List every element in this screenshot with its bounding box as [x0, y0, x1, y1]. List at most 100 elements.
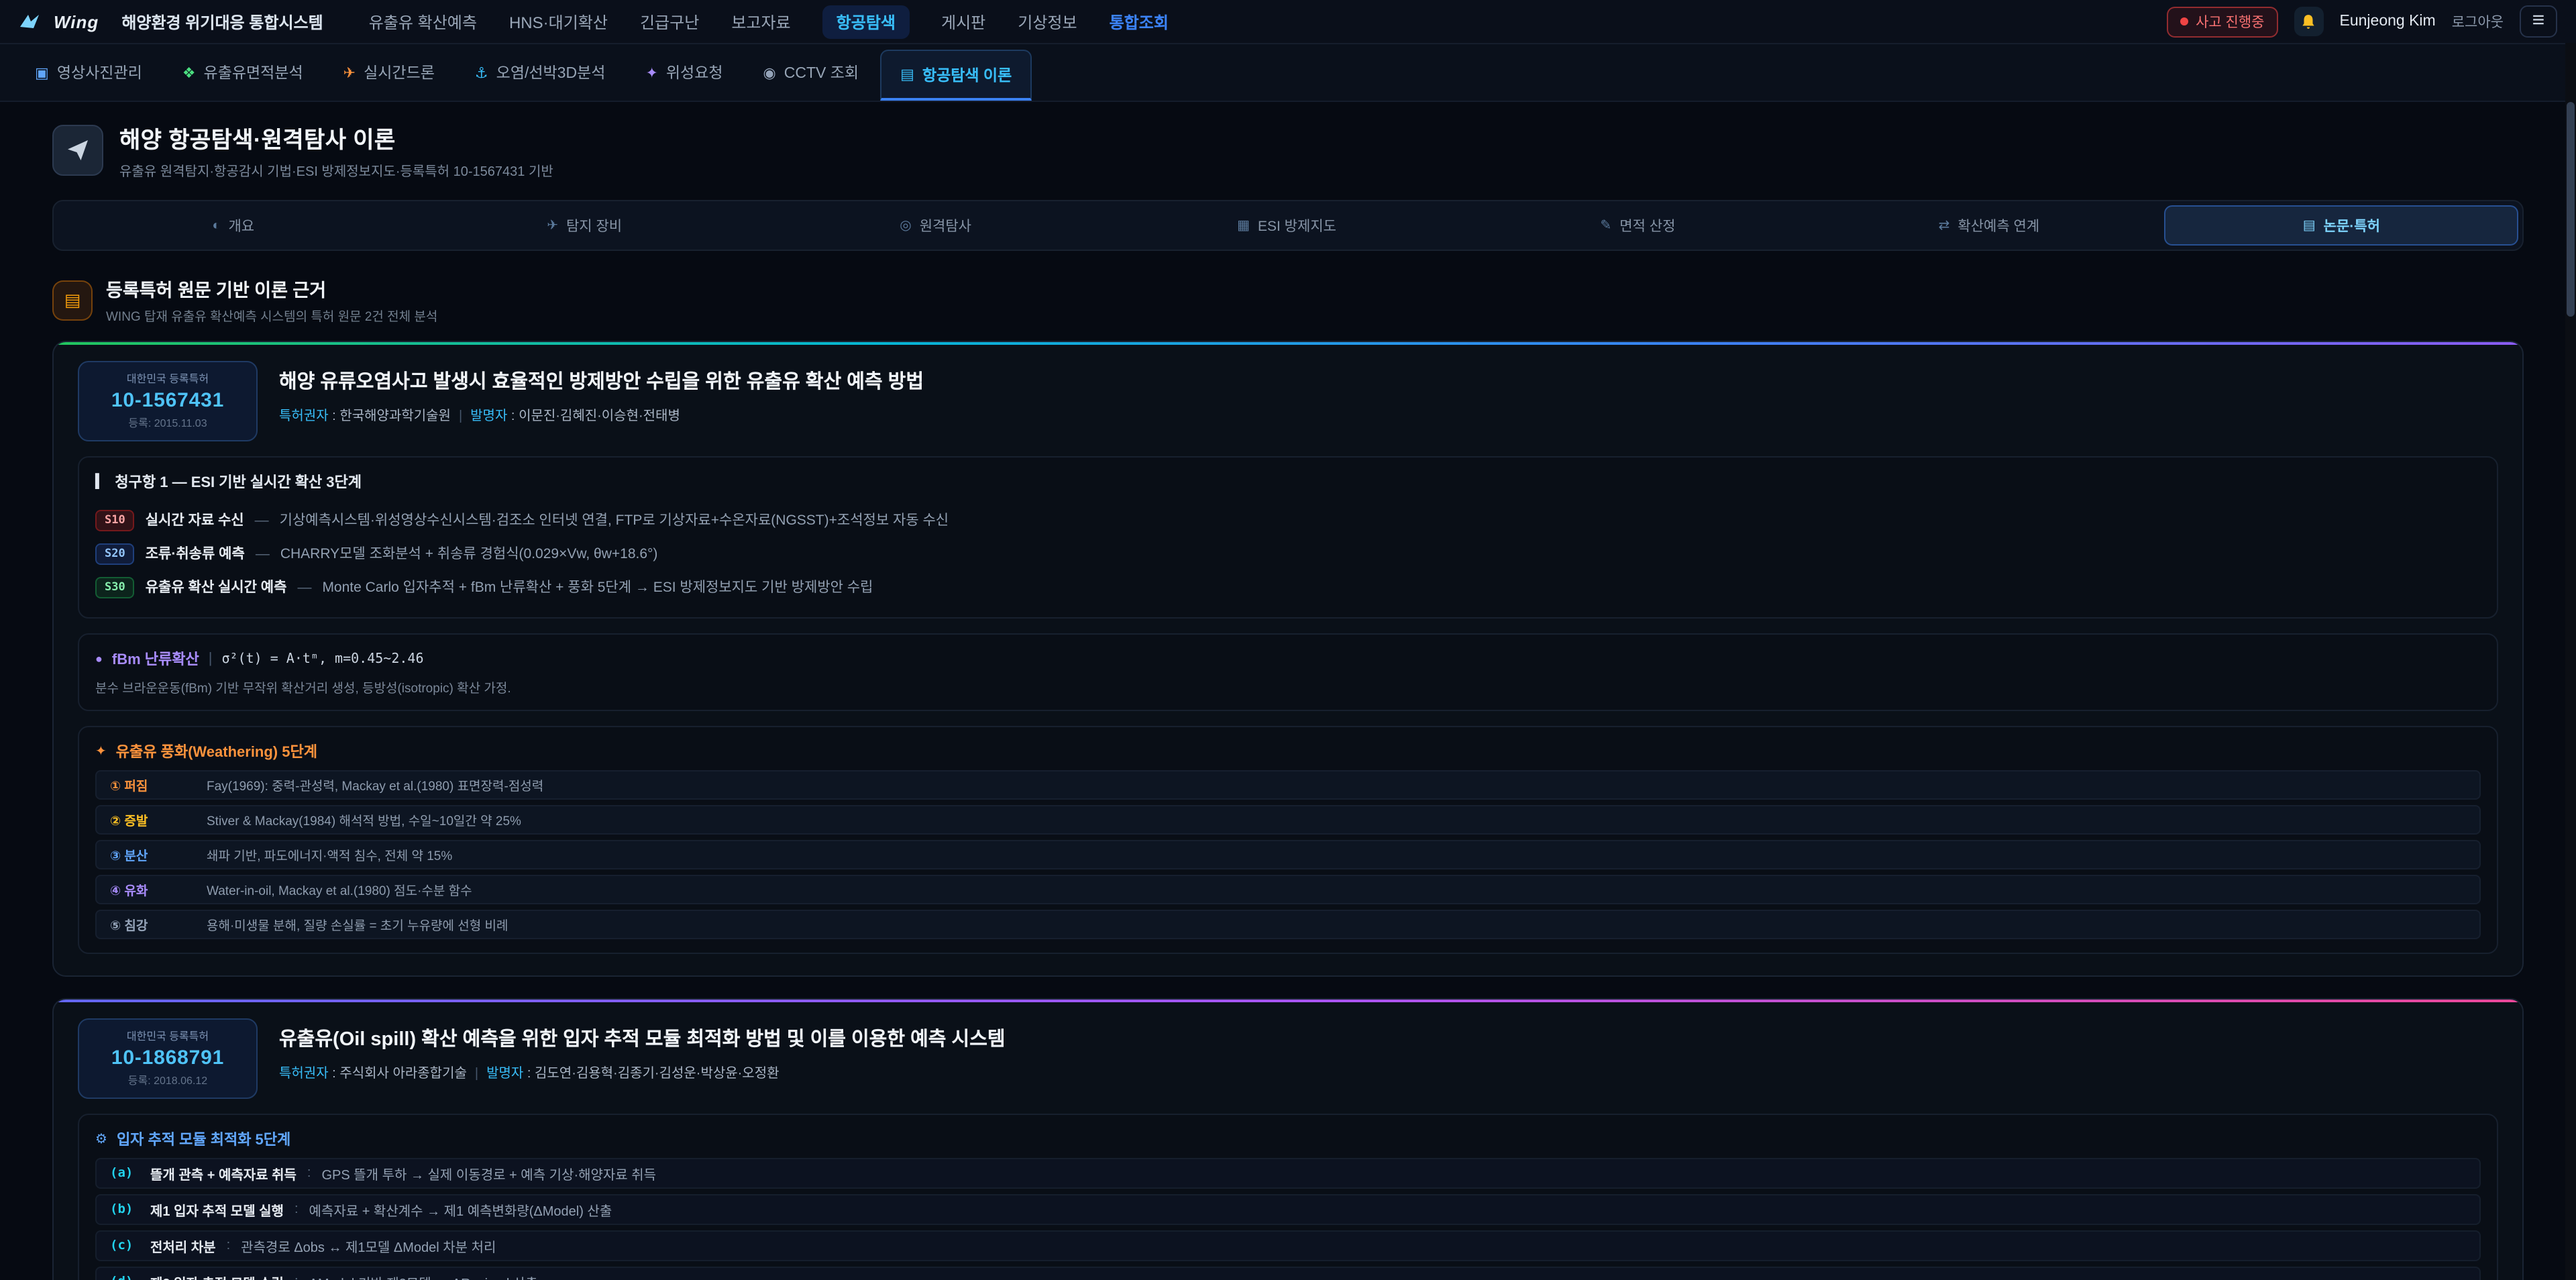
- nav-item-spill-prediction[interactable]: 유출유 확산예측: [369, 10, 477, 33]
- theory-tab-overview[interactable]: ◐개요: [58, 205, 409, 246]
- theory-tab-esi-map[interactable]: ▦ESI 방제지도: [1111, 205, 1462, 246]
- papers-icon: ▤: [2303, 218, 2316, 233]
- page-header: 해양 항공탐색·원격탐사 이론 유출유 원격탐지·항공감시 기법·ESI 방제정…: [52, 121, 2524, 180]
- patent-number: 10-1868791: [93, 1047, 243, 1069]
- theory-icon: ▤: [900, 66, 914, 83]
- subnav-tab-ship-3d-analysis[interactable]: ⚓ 오염/선박3D분석: [456, 44, 625, 101]
- weathering-stage: ④ 유화: [110, 880, 207, 899]
- step-desc: ΔModel 기반 제2모델 → ΔRevised 산출: [309, 1272, 538, 1280]
- weathering-stage: ② 증발: [110, 810, 207, 829]
- subnav-tab-label: CCTV 조회: [784, 62, 859, 83]
- logout-button[interactable]: 로그아웃: [2452, 11, 2504, 32]
- ship-3d-icon: ⚓: [475, 64, 488, 81]
- patent-reg-date: 등록: 2015.11.03: [93, 416, 243, 431]
- subnav-tab-area-analysis[interactable]: ❖유출유면적분석: [164, 44, 322, 101]
- step-name: 뜰개 관측 + 예측자료 취득: [150, 1163, 297, 1183]
- theory-tab-equipment[interactable]: ✈탐지 장비: [409, 205, 759, 246]
- nav-item-emergency-rescue[interactable]: 긴급구난: [640, 10, 699, 33]
- subnav-tab-satellite-request[interactable]: ✦위성요청: [627, 44, 741, 101]
- weathering-stage: ③ 분산: [110, 845, 207, 864]
- nav-item-aerial-search[interactable]: 항공탐색: [823, 5, 909, 38]
- page-subtitle: 유출유 원격탐지·항공감시 기법·ESI 방제정보지도·등록특허 10-1567…: [119, 160, 553, 180]
- notification-bell-icon[interactable]: [2294, 7, 2324, 36]
- patent2-header: 대한민국 등록특허 10-1868791 등록: 2018.06.12 유출유(…: [78, 1018, 2498, 1099]
- esi-map-icon: ▦: [1237, 218, 1250, 233]
- step-name: 조류·취송류 예측: [146, 543, 245, 564]
- card-accent-line: [54, 1000, 2522, 1002]
- weathering-desc: Water-in-oil, Mackay et al.(1980) 점도·수분 …: [207, 880, 472, 899]
- equipment-icon: ✈: [547, 218, 558, 233]
- weathering-panel: ✦유출유 풍화(Weathering) 5단계 ① 퍼짐Fay(1969): 중…: [78, 726, 2498, 954]
- inventors-value: 김도연·김용혁·김종기·김성운·박상윤·오정환: [535, 1067, 780, 1081]
- weathering-icon: ✦: [95, 744, 107, 759]
- nav-item-integrated-search[interactable]: 통합조회: [1110, 10, 1169, 33]
- theory-tab-area-calculation[interactable]: ✎면적 산정: [1462, 205, 1813, 246]
- book-icon: ▤: [52, 280, 93, 320]
- fbm-panel: ● fBm 난류확산 | σ²(t) = A·tᵐ, m=0.45~2.46 분…: [78, 633, 2498, 711]
- card-accent-line: [54, 342, 2522, 345]
- subnav-tab-aerial-theory[interactable]: ▤항공탐색 이론: [880, 50, 1032, 101]
- step-name: 유출유 확산 실시간 예측: [146, 577, 287, 597]
- inventors-label: 발명자: [486, 1067, 523, 1081]
- optimization-step-row: (d) 제2 입자 추적 모델 수립 : ΔModel 기반 제2모델 → ΔR…: [95, 1267, 2481, 1280]
- theory-tab-remote-sensing[interactable]: ◎ 원격탐사: [760, 205, 1111, 246]
- patent-card-2: 대한민국 등록특허 10-1868791 등록: 2018.06.12 유출유(…: [52, 998, 2524, 1280]
- step-desc: 예측자료 + 확산계수 → 제1 예측변화량(ΔModel) 산출: [309, 1199, 612, 1220]
- claims-title: 청구항 1 — ESI 기반 실시간 확산 3단계: [115, 471, 362, 492]
- app-title: 해양환경 위기대응 통합시스템: [121, 10, 323, 33]
- holder-label: 특허권자: [279, 1067, 329, 1081]
- theory-tab-prediction-link[interactable]: ⇄확산예측 연계: [1813, 205, 2164, 246]
- theory-tab-papers-patents[interactable]: ▤ 논문·특허: [2165, 205, 2518, 246]
- incident-status-badge[interactable]: 사고 진행중: [2166, 6, 2277, 37]
- step-desc: GPS 뜰개 투하 → 실제 이동경로 + 예측 기상·해양자료 취득: [321, 1163, 656, 1183]
- weathering-stage: ① 퍼짐: [110, 776, 207, 794]
- weathering-desc: Fay(1969): 중력-관성력, Mackay et al.(1980) 표…: [207, 776, 543, 794]
- patent-reg-date: 등록: 2018.06.12: [93, 1073, 243, 1088]
- fbm-dot-icon: ●: [95, 652, 103, 665]
- subnav-tab-realtime-drone[interactable]: ✈실시간드론: [325, 44, 453, 101]
- scrollbar-thumb[interactable]: [2567, 102, 2575, 317]
- subnav-tab-label: 위성요청: [666, 62, 723, 83]
- claims-icon: ▍: [95, 474, 105, 489]
- claims-panel: ▍ 청구항 1 — ESI 기반 실시간 확산 3단계 S10 실시간 자료 수신…: [78, 456, 2498, 619]
- hamburger-menu-icon[interactable]: ≡: [2520, 5, 2557, 38]
- patent-country-label: 대한민국 등록특허: [93, 1029, 243, 1044]
- incident-status-label: 사고 진행중: [2196, 11, 2264, 32]
- overview-icon: ◐: [212, 218, 220, 233]
- theory-tab-label: 원격탐사: [920, 215, 971, 235]
- holder-label: 특허권자: [279, 409, 329, 424]
- patent1-header: 대한민국 등록특허 10-1567431 등록: 2015.11.03 해양 유…: [78, 361, 2498, 441]
- patent1-title: 해양 유류오염사고 발생시 효율적인 방제방안 수립을 위한 유출유 확산 예측…: [279, 366, 924, 394]
- fbm-title: fBm 난류확산: [112, 648, 199, 670]
- nav-item-board[interactable]: 게시판: [941, 10, 985, 33]
- weathering-stage: ⑤ 침강: [110, 915, 207, 934]
- section-title: 등록특허 원문 기반 이론 근거: [106, 275, 437, 302]
- step-badge: S30: [95, 576, 135, 598]
- inventors-label: 발명자: [470, 409, 507, 424]
- weathering-row: ⑤ 침강용해·미생물 분해, 질량 손실률 = 초기 누유량에 선형 비례: [95, 910, 2481, 939]
- patent2-number-box: 대한민국 등록특허 10-1868791 등록: 2018.06.12: [78, 1018, 258, 1099]
- app-logo: Wing: [54, 11, 99, 32]
- nav-item-hns-dispersion[interactable]: HNS·대기확산: [509, 10, 608, 33]
- optimization-title: 입자 추적 모듈 최적화 5단계: [117, 1128, 290, 1150]
- theory-tab-label: 논문·특허: [2324, 215, 2380, 235]
- nav-item-reports[interactable]: 보고자료: [731, 10, 790, 33]
- weathering-desc: 쇄파 기반, 파도에너지·액적 침수, 전체 약 15%: [207, 845, 452, 864]
- section-subtitle: WING 탑재 유출유 확산예측 시스템의 특허 원문 2건 전체 분석: [106, 306, 437, 325]
- subnav-tab-image-management[interactable]: ▣영상사진관리: [16, 44, 161, 101]
- holder-value: 한국해양과학기술원: [339, 409, 451, 424]
- weathering-desc: Stiver & Mackay(1984) 해석적 방법, 수일~10일간 약 …: [207, 810, 521, 829]
- nav-item-weather-info[interactable]: 기상정보: [1018, 10, 1077, 33]
- patent-country-label: 대한민국 등록특허: [93, 372, 243, 386]
- step-name: 제1 입자 추적 모델 실행: [150, 1199, 284, 1220]
- subnav-tab-label: 오염/선박3D분석: [496, 62, 606, 83]
- main-menu: 유출유 확산예측 HNS·대기확산 긴급구난 보고자료 항공탐색 게시판 기상정…: [369, 5, 1169, 38]
- subnav-tab-cctv[interactable]: ◉CCTV 조회: [745, 44, 878, 101]
- remote-sensing-icon: ◎: [900, 218, 911, 233]
- claim-step-row: S10 실시간 자료 수신 — 기상예측시스템·위성영상수신시스템·검조소 인터…: [95, 503, 2481, 537]
- patent1-number-box: 대한민국 등록특허 10-1567431 등록: 2015.11.03: [78, 361, 258, 441]
- claim-step-row: S30 유출유 확산 실시간 예측 — Monte Carlo 입자추적 + f…: [95, 570, 2481, 604]
- main-content: 해양 항공탐색·원격탐사 이론 유출유 원격탐지·항공감시 기법·ESI 방제정…: [0, 102, 2576, 1280]
- vertical-scrollbar[interactable]: [2565, 43, 2576, 1280]
- patent2-meta: 특허권자 : 주식회사 아라종합기술|발명자 : 김도연·김용혁·김종기·김성운…: [279, 1061, 1006, 1081]
